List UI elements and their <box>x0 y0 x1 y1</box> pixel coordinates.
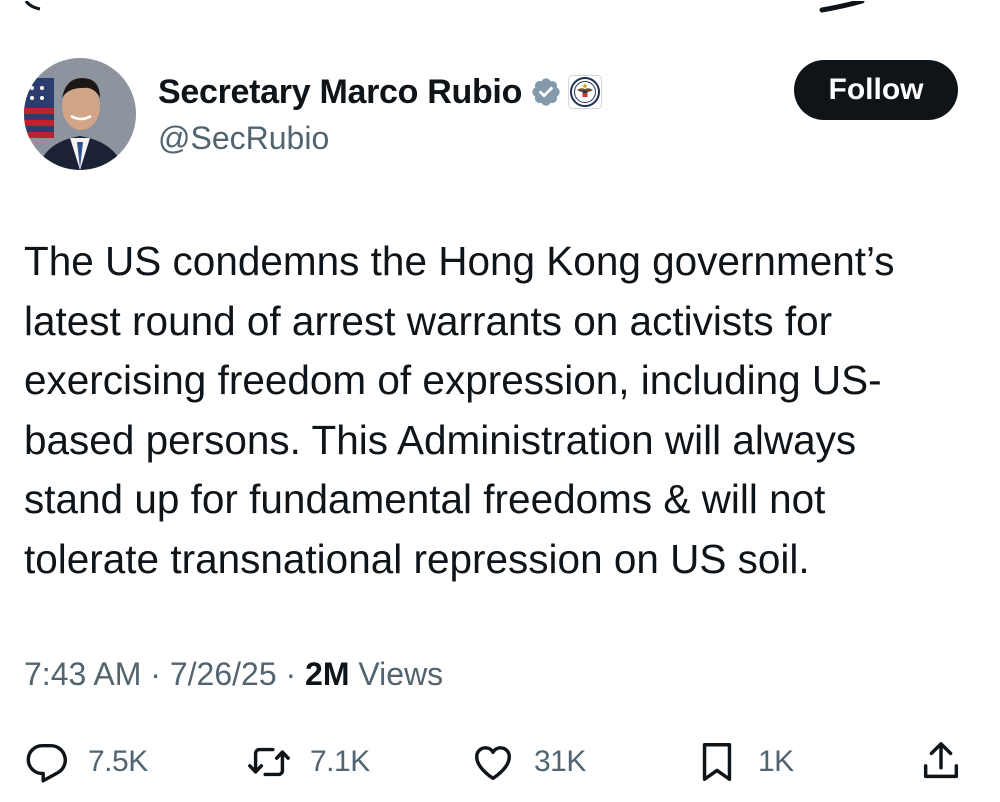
tweet-header: Secretary Marco Rubio @SecRubio Follow <box>24 58 958 170</box>
repost-icon <box>248 747 290 777</box>
tweet-date[interactable]: 7/26/25 <box>170 656 277 692</box>
display-name[interactable]: Secretary Marco Rubio <box>158 72 522 112</box>
views-count: 2M <box>305 656 350 692</box>
verified-badge-icon[interactable] <box>530 76 562 108</box>
reply-icon <box>26 743 67 783</box>
repost-button[interactable]: 7.1K <box>246 730 370 794</box>
avatar[interactable] <box>24 58 136 170</box>
reply-count: 7.5K <box>88 745 148 778</box>
share-icon <box>923 742 959 779</box>
tweet-meta: 7:43 AM · 7/26/25 · 2M Views <box>24 652 443 696</box>
follow-button[interactable]: Follow <box>794 60 958 120</box>
like-count: 31K <box>534 745 586 778</box>
meta-separator: · <box>141 656 170 692</box>
views-label: Views <box>349 656 444 692</box>
share-button[interactable] <box>918 730 964 794</box>
top-cutoff-fragment <box>0 0 1000 13</box>
reply-button[interactable]: 7.5K <box>24 730 148 794</box>
name-row: Secretary Marco Rubio <box>158 72 603 112</box>
tweet-time[interactable]: 7:43 AM <box>24 656 141 692</box>
user-handle[interactable]: @SecRubio <box>158 118 329 158</box>
state-department-seal-icon[interactable] <box>568 75 603 109</box>
bookmark-icon <box>702 743 732 781</box>
repost-count: 7.1K <box>310 745 370 778</box>
like-button[interactable]: 31K <box>470 730 586 794</box>
action-bar: 7.5K 7.1K 31K 1K <box>0 730 1000 794</box>
bookmark-button[interactable]: 1K <box>694 730 794 794</box>
meta-separator: · <box>276 656 306 692</box>
heart-icon <box>474 746 512 781</box>
tweet-text: The US condemns the Hong Kong government… <box>24 238 895 582</box>
bookmark-count: 1K <box>758 745 794 778</box>
